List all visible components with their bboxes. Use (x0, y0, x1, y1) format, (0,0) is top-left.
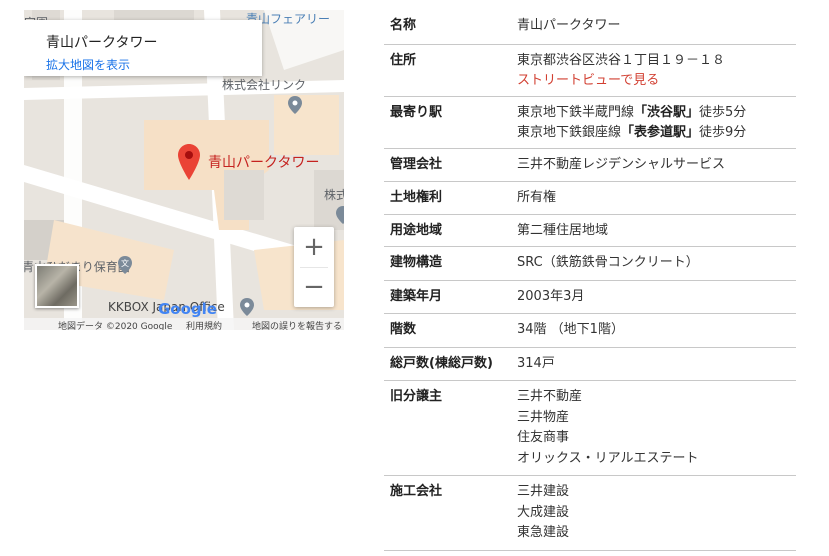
report-error-link[interactable]: 地図の誤りを報告する (252, 319, 342, 330)
info-value-cell: 三井建設大成建設東急建設 (517, 475, 796, 551)
google-logo-text: Google (158, 300, 217, 318)
info-value-line: 青山パークタワー (517, 18, 621, 33)
info-value-cell: 東京地下鉄半蔵門線「渋谷駅」徒歩5分 東京地下鉄銀座線「表参道駅」徒歩9分 (517, 96, 796, 149)
info-value-cell: 青山パークタワー (517, 10, 796, 45)
info-value-cell: 所有権 (517, 181, 796, 215)
info-value-line: 東急建設 (517, 525, 570, 540)
info-value-cell: 34階 （地下1階） (517, 313, 796, 348)
info-key: 用途地域 (390, 222, 443, 238)
info-row: 土地権利 所有権 (384, 181, 796, 215)
info-key: 施工会社 (390, 484, 443, 499)
info-key: 土地権利 (390, 190, 443, 205)
info-row: 管理会社 三井不動産レジデンシャルサービス (384, 148, 796, 182)
info-key-cell: 旧分譲主 (384, 380, 517, 476)
place-name: 青山パークタワー (46, 35, 158, 51)
info-value-line: 三井不動産 (517, 389, 583, 404)
info-row: 施工会社 三井建設大成建設東急建設 (384, 475, 796, 551)
marker-label: 青山パークタワー (208, 155, 320, 171)
poi-pin-edge-icon[interactable] (336, 206, 344, 224)
station-line-name: 東京地下鉄銀座線 (517, 125, 622, 140)
google-logo: Google (158, 300, 217, 318)
location-marker-icon[interactable] (178, 144, 200, 180)
place-card: 青山パークタワー 拡大地図を表示 (24, 20, 262, 76)
info-key: 建物構造 (390, 255, 443, 270)
property-info-table: 名称 青山パークタワー住所 東京都渋谷区渋谷１丁目１９－１８ ストリートビューで見る最… (384, 10, 796, 551)
zoom-divider (300, 267, 328, 268)
map-label-kabu: 株式 (324, 188, 344, 202)
info-value-line: 東京都渋谷区渋谷１丁目１９－１８ (517, 52, 726, 68)
info-value-line: 314戸 (517, 355, 555, 371)
info-value-cell: 三井不動産三井物産住友商事オリックス・リアルエステート (517, 380, 796, 476)
walk-time: 徒歩5分 (699, 104, 747, 120)
map-label-company: 株式会社リンク (222, 78, 307, 92)
walk-time: 徒歩9分 (699, 125, 747, 140)
info-value-line: 2003年3月 (517, 288, 585, 304)
info-key-cell: 総戸数(棟総戸数) (384, 347, 517, 381)
info-key: 管理会社 (390, 156, 443, 172)
info-key: 名称 (390, 18, 417, 33)
info-value-cell: SRC（鉄筋鉄骨コンクリート） (517, 246, 796, 281)
embedded-map[interactable]: 家園 青山フェアリー 株式会社リンク 株式 青山ひだまり保育園 KKBOX Ja… (24, 10, 344, 330)
poi-pin-icon[interactable] (288, 96, 302, 114)
info-value-line: 第二種住居地域 (517, 222, 609, 238)
info-value-line: SRC（鉄筋鉄骨コンクリート） (517, 255, 699, 270)
zoom-controls: + − (294, 227, 334, 307)
street-view-link[interactable]: ストリートビューで見る (517, 71, 796, 92)
school-poi-icon[interactable]: 文 (118, 256, 132, 274)
view-larger-map-link[interactable]: 拡大地図を表示 (46, 56, 130, 73)
info-row: 用途地域 第二種住居地域 (384, 214, 796, 247)
info-key-cell: 最寄り駅 (384, 96, 517, 149)
info-value-cell: 三井不動産レジデンシャルサービス (517, 148, 796, 182)
info-value-line: 住友商事 (517, 430, 570, 445)
office-poi-icon[interactable] (240, 298, 254, 316)
info-key: 建築年月 (390, 288, 443, 304)
info-key-cell: 施工会社 (384, 475, 517, 551)
info-value-line: 三井物産 (517, 409, 570, 425)
info-key: 階数 (390, 322, 417, 337)
info-row: 建築年月 2003年3月 (384, 280, 796, 314)
info-row: 最寄り駅 東京地下鉄半蔵門線「渋谷駅」徒歩5分 東京地下鉄銀座線「表参道駅」徒歩9分 (384, 96, 796, 149)
info-row: 建物構造 SRC（鉄筋鉄骨コンクリート） (384, 246, 796, 281)
info-value-line: オリックス・リアルエステート (517, 450, 699, 466)
info-key-cell: 土地権利 (384, 181, 517, 215)
info-row: 旧分譲主 三井不動産三井物産住友商事オリックス・リアルエステート (384, 380, 796, 476)
info-key: 総戸数(棟総戸数) (390, 355, 493, 371)
info-value-line: 34階 （地下1階） (517, 322, 624, 337)
info-row: 名称 青山パークタワー (384, 10, 796, 45)
info-value-cell: 第二種住居地域 (517, 214, 796, 247)
info-row: 総戸数(棟総戸数) 314戸 (384, 347, 796, 381)
zoom-out-button[interactable]: − (294, 267, 334, 307)
info-row: 住所 東京都渋谷区渋谷１丁目１９－１８ ストリートビューで見る (384, 44, 796, 97)
map-attribution-bar: 地図データ ©2020 Google 利用規約 地図の誤りを報告する (24, 318, 344, 330)
info-key-cell: 建物構造 (384, 246, 517, 281)
info-value-line: 三井建設 (517, 484, 570, 499)
satellite-toggle-thumbnail[interactable] (35, 264, 79, 308)
info-key-cell: 名称 (384, 10, 517, 45)
station-line-name: 東京地下鉄半蔵門線 (517, 104, 635, 120)
info-row: 階数 34階 （地下1階） (384, 313, 796, 348)
info-value-cell: 2003年3月 (517, 280, 796, 314)
info-key-cell: 管理会社 (384, 148, 517, 182)
info-value-line: 大成建設 (517, 504, 570, 520)
station-name: 「渋谷駅」 (634, 104, 700, 120)
station-name: 「表参道駅」 (621, 125, 700, 140)
info-key: 最寄り駅 (390, 104, 443, 120)
terms-link[interactable]: 利用規約 (186, 319, 222, 330)
info-key-cell: 建築年月 (384, 280, 517, 314)
info-value-cell: 東京都渋谷区渋谷１丁目１９－１８ ストリートビューで見る (517, 44, 796, 97)
info-key-cell: 住所 (384, 44, 517, 97)
info-value-line: 三井不動産レジデンシャルサービス (517, 156, 726, 172)
info-key: 住所 (390, 52, 417, 68)
svg-text:文: 文 (121, 258, 129, 268)
map-data-credit: 地図データ ©2020 Google (58, 322, 173, 330)
zoom-in-button[interactable]: + (294, 227, 334, 267)
station-line: 東京地下鉄銀座線「表参道駅」徒歩9分 (517, 123, 796, 144)
station-line: 東京地下鉄半蔵門線「渋谷駅」徒歩5分 (517, 103, 796, 124)
info-key-cell: 用途地域 (384, 214, 517, 247)
info-key-cell: 階数 (384, 313, 517, 348)
info-value-cell: 314戸 (517, 347, 796, 381)
info-key: 旧分譲主 (390, 389, 443, 404)
info-value-line: 所有権 (517, 190, 557, 205)
